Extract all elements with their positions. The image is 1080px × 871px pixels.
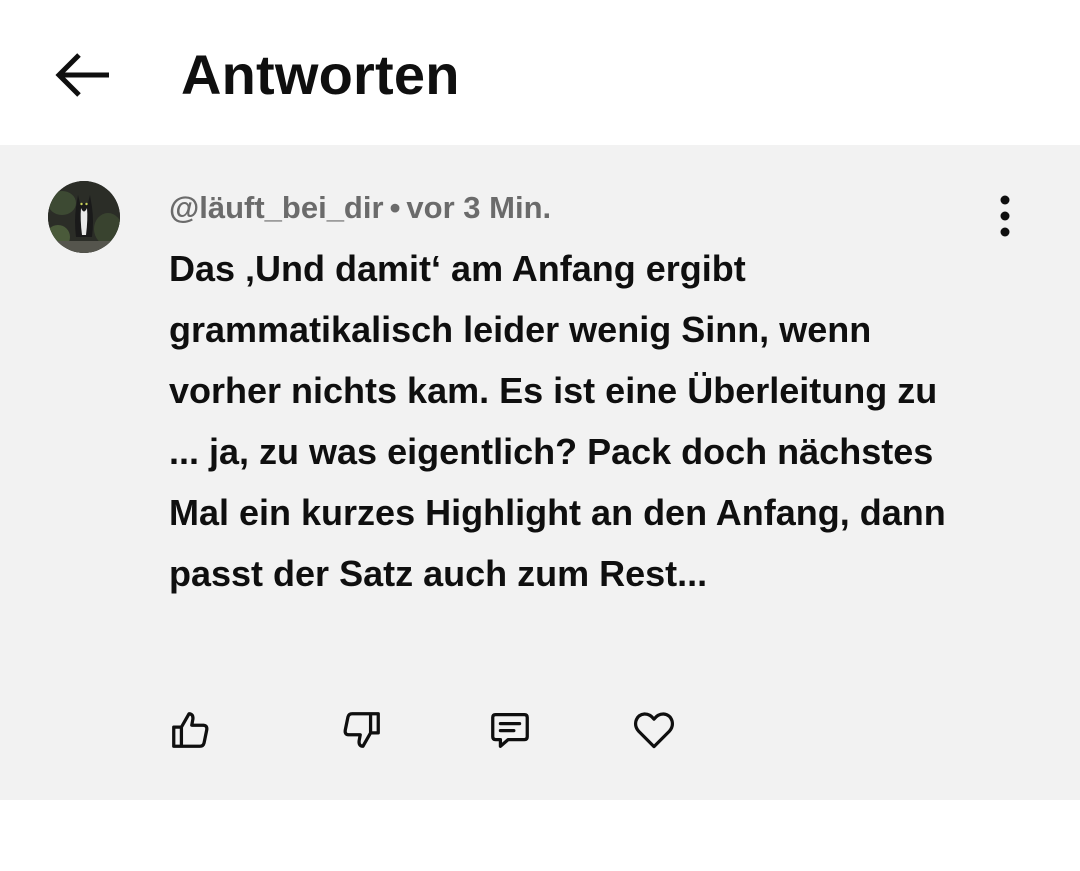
avatar-cat-photo bbox=[48, 181, 120, 253]
meta-separator: • bbox=[389, 190, 401, 225]
more-options-button[interactable] bbox=[980, 191, 1030, 241]
reply-button[interactable] bbox=[480, 700, 540, 760]
like-button[interactable] bbox=[161, 700, 221, 760]
arrow-left-icon bbox=[55, 53, 109, 97]
comment-timestamp: vor 3 Min. bbox=[406, 190, 552, 225]
thumbs-down-icon bbox=[343, 712, 380, 748]
comment-card: @läuft_bei_dir • vor 3 Min. Das ‚Und damit… bbox=[0, 145, 1080, 800]
heart-button[interactable] bbox=[624, 700, 684, 760]
more-vertical-icon bbox=[1000, 195, 1010, 237]
comment-author[interactable]: @läuft_bei_dir bbox=[169, 190, 384, 225]
thumbs-up-icon bbox=[172, 712, 209, 748]
reply-comment-icon bbox=[491, 713, 529, 748]
avatar[interactable] bbox=[48, 181, 120, 253]
heart-icon bbox=[633, 712, 675, 749]
comment-text: Das ‚Und damit‘ am Anfang ergibt grammat… bbox=[169, 248, 946, 594]
app-header: Antworten bbox=[0, 0, 1080, 145]
comment-actions bbox=[0, 700, 1080, 760]
page-title: Antworten bbox=[181, 43, 460, 106]
back-button[interactable] bbox=[40, 40, 126, 110]
dislike-button[interactable] bbox=[331, 700, 391, 760]
comment-meta: @läuft_bei_dir • vor 3 Min. bbox=[169, 189, 551, 227]
